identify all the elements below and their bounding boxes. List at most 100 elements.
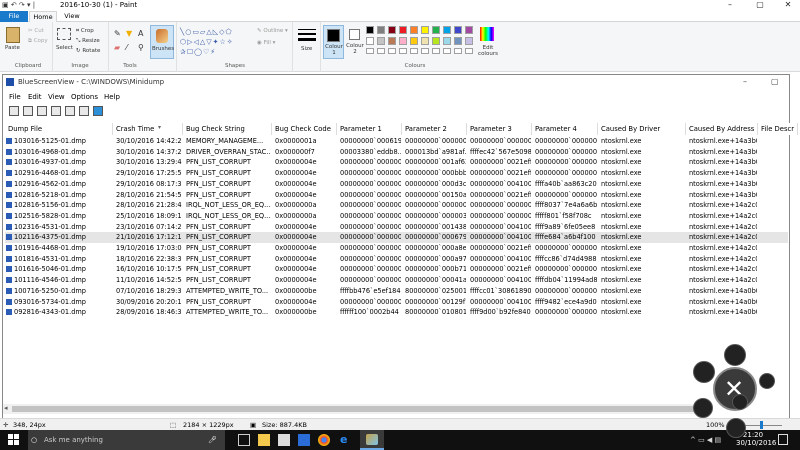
menu-edit[interactable]: Edit bbox=[28, 93, 42, 101]
search-box[interactable]: ○ Ask me anything 🎤︎ bbox=[28, 430, 225, 450]
find-icon[interactable] bbox=[79, 106, 89, 116]
eraser-icon[interactable]: ▰ bbox=[114, 43, 120, 52]
table-row[interactable]: 093016-5734-01.dmp 30/09/2016 20:20:16 PFN… bbox=[5, 297, 788, 308]
palette-swatch-empty[interactable] bbox=[399, 48, 407, 54]
task-view-icon[interactable] bbox=[238, 434, 250, 446]
palette-swatch-empty[interactable] bbox=[432, 48, 440, 54]
table-row[interactable]: 103016-5125-01.dmp 30/10/2016 14:42:25 MEM… bbox=[5, 136, 788, 147]
menu-view[interactable]: View bbox=[48, 93, 65, 101]
column-header[interactable]: Parameter 3 bbox=[467, 123, 532, 135]
save-icon[interactable] bbox=[23, 106, 33, 116]
palette-swatch-empty[interactable] bbox=[366, 48, 374, 54]
table-row[interactable]: 102916-4562-01.dmp 29/10/2016 08:17:35 PFN… bbox=[5, 179, 788, 190]
outline-dropdown[interactable]: ✎ Outline ▾ bbox=[257, 28, 288, 34]
palette-swatch[interactable] bbox=[443, 37, 451, 45]
windows-start-icon[interactable] bbox=[8, 434, 20, 446]
table-row[interactable]: 101816-4531-01.dmp 18/10/2016 22:38:30 PFN… bbox=[5, 254, 788, 265]
store-icon[interactable] bbox=[278, 434, 290, 446]
maximize-button[interactable]: ▢ bbox=[746, 0, 774, 9]
dial-button-top[interactable] bbox=[724, 344, 746, 366]
palette-swatch[interactable] bbox=[443, 26, 451, 34]
shapes-gallery[interactable]: ╲○▭▱△◺◇⬠ ⬡▷◁△▽✦☆✧ ✰☐◯♡⚡ bbox=[180, 27, 252, 59]
column-header[interactable]: Bug Check String bbox=[183, 123, 272, 135]
file-explorer-icon[interactable] bbox=[258, 434, 270, 446]
dial-button-left[interactable] bbox=[693, 361, 715, 383]
microphone-icon[interactable]: 🎤︎ bbox=[208, 430, 217, 450]
palette-swatch-empty[interactable] bbox=[377, 48, 385, 54]
open-icon[interactable] bbox=[9, 106, 19, 116]
chrome-icon[interactable] bbox=[318, 434, 330, 446]
table-row[interactable]: 103016-4937-01.dmp 30/10/2016 13:29:41 PFN… bbox=[5, 157, 788, 168]
palette-swatch[interactable] bbox=[454, 37, 462, 45]
table-row[interactable]: 101616-5046-01.dmp 16/10/2016 10:17:54 PFN… bbox=[5, 264, 788, 275]
fill-dropdown[interactable]: ◉ Fill ▾ bbox=[257, 40, 275, 46]
palette-swatch-empty[interactable] bbox=[410, 48, 418, 54]
menu-file[interactable]: File bbox=[9, 93, 21, 101]
dial-button-right[interactable] bbox=[759, 373, 775, 389]
table-row[interactable]: 100716-5250-01.dmp 07/10/2016 18:29:33 ATT… bbox=[5, 286, 788, 297]
palette-swatch-empty[interactable] bbox=[443, 48, 451, 54]
palette-swatch[interactable] bbox=[410, 37, 418, 45]
column-header[interactable]: File Descr bbox=[758, 123, 798, 135]
select-button[interactable]: Select bbox=[56, 45, 73, 51]
close-button[interactable]: ✕ bbox=[774, 0, 800, 9]
scrollbar-thumb[interactable] bbox=[12, 406, 702, 412]
palette-swatch[interactable] bbox=[432, 37, 440, 45]
column-header[interactable]: Parameter 1 bbox=[337, 123, 402, 135]
palette-swatch[interactable] bbox=[399, 26, 407, 34]
pencil-icon[interactable]: ✎ bbox=[114, 29, 121, 38]
table-row[interactable]: 102916-4468-01.dmp 29/10/2016 17:25:51 PFN… bbox=[5, 168, 788, 179]
palette-swatch[interactable] bbox=[465, 26, 473, 34]
column-header[interactable]: Caused By Address bbox=[686, 123, 758, 135]
copy-icon[interactable] bbox=[51, 106, 61, 116]
cut-button[interactable]: ✂ Cut bbox=[28, 28, 44, 34]
table-row[interactable]: 102816-5156-01.dmp 28/10/2016 21:28:46 IRQ… bbox=[5, 200, 788, 211]
system-tray-icons[interactable]: ^ ▭ ◀ ▤ bbox=[690, 436, 721, 444]
column-header[interactable]: Caused By Driver bbox=[598, 123, 686, 135]
scroll-left-arrow[interactable]: ◂ bbox=[4, 404, 8, 412]
column-header[interactable]: Crash Time bbox=[113, 123, 183, 135]
fill-bucket-icon[interactable]: ▼ bbox=[126, 29, 132, 38]
palette-swatch-empty[interactable] bbox=[454, 48, 462, 54]
resize-button[interactable]: ⤡ Resize bbox=[76, 38, 100, 45]
palette-swatch[interactable] bbox=[366, 26, 374, 34]
palette-swatch[interactable] bbox=[366, 37, 374, 45]
paint-taskbar-button[interactable] bbox=[360, 430, 384, 450]
column-header[interactable]: Bug Check Code bbox=[272, 123, 337, 135]
bsv-maximize-button[interactable]: ▢ bbox=[771, 77, 779, 86]
magnifier-icon[interactable]: ⚲ bbox=[138, 43, 144, 52]
palette-swatch[interactable] bbox=[388, 26, 396, 34]
bsv-minimize-button[interactable]: – bbox=[743, 77, 747, 86]
refresh-icon[interactable] bbox=[37, 106, 47, 116]
tab-home[interactable]: Home bbox=[29, 11, 57, 22]
colour2-button[interactable]: Colour 2 bbox=[346, 25, 364, 59]
exit-icon[interactable] bbox=[93, 106, 103, 116]
zoom-slider-thumb[interactable] bbox=[760, 421, 763, 429]
palette-swatch[interactable] bbox=[377, 26, 385, 34]
text-icon[interactable]: A bbox=[138, 29, 143, 38]
palette-swatch[interactable] bbox=[421, 37, 429, 45]
column-header[interactable]: Dump File bbox=[5, 123, 113, 135]
crop-button[interactable]: ⌗ Crop bbox=[76, 28, 94, 35]
table-row[interactable]: 101116-4546-01.dmp 11/10/2016 14:52:54 PFN… bbox=[5, 275, 788, 286]
menu-options[interactable]: Options bbox=[71, 93, 98, 101]
size-button[interactable] bbox=[298, 28, 316, 44]
palette-swatch[interactable] bbox=[421, 26, 429, 34]
dial-button-bottom-left[interactable] bbox=[693, 398, 713, 418]
mail-icon[interactable] bbox=[298, 434, 310, 446]
palette-swatch-empty[interactable] bbox=[421, 48, 429, 54]
minimize-button[interactable]: – bbox=[716, 0, 744, 9]
table-row[interactable]: 102316-4531-01.dmp 23/10/2016 07:14:22 PFN… bbox=[5, 222, 788, 233]
column-header[interactable]: Parameter 2 bbox=[402, 123, 467, 135]
column-header[interactable]: Parameter 4 bbox=[532, 123, 598, 135]
palette-swatch[interactable] bbox=[399, 37, 407, 45]
table-row[interactable]: 102516-5828-01.dmp 25/10/2016 18:09:10 IRQ… bbox=[5, 211, 788, 222]
edit-colours-button[interactable]: Edit colours bbox=[477, 45, 499, 57]
table-row[interactable]: 103016-4968-01.dmp 30/10/2016 14:37:23 DRI… bbox=[5, 147, 788, 158]
brushes-button[interactable]: Brushes bbox=[150, 25, 174, 59]
table-row[interactable]: 102816-5218-01.dmp 28/10/2016 21:54:57 PFN… bbox=[5, 190, 788, 201]
dial-button-lower[interactable] bbox=[726, 418, 746, 438]
quick-access-toolbar[interactable]: ▣ ↶ ↷ ▾ | bbox=[2, 1, 35, 9]
dial-button-bottom[interactable] bbox=[732, 394, 748, 410]
colour1-button[interactable]: Colour 1 bbox=[323, 25, 344, 59]
